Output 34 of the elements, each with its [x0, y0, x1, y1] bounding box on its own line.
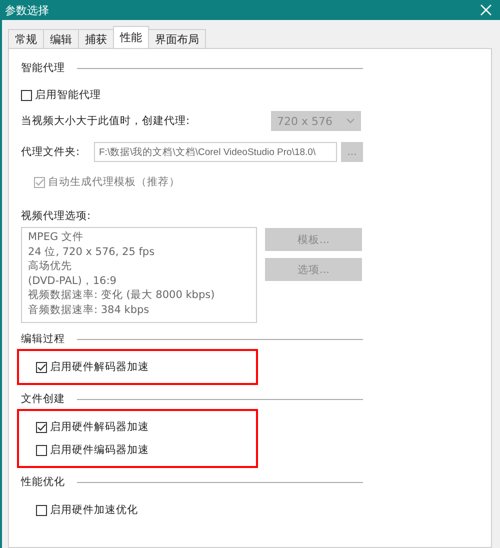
- checkbox-label: 启用硬件加速优化: [50, 503, 138, 517]
- checkbox-label: 启用硬件解码器加速: [50, 420, 149, 434]
- tab[interactable]: 性能: [113, 26, 149, 48]
- checkbox-label: 启用硬件编码器加速: [50, 443, 149, 457]
- list-line: 高场优先: [28, 259, 73, 274]
- field-label: 当视频大小大于此值时，创建代理:: [21, 114, 191, 128]
- checkbox-box[interactable]: [21, 90, 32, 100]
- checkbox[interactable]: 启用硬件编码器加速: [36, 443, 256, 457]
- list-line: MPEG 文件: [28, 230, 84, 244]
- tab[interactable]: 常规: [8, 29, 44, 48]
- list-line: 视频数据速率: 变化 (最大 8000 kbps): [28, 288, 216, 302]
- checkbox-box[interactable]: [36, 504, 47, 516]
- checkbox-box[interactable]: [36, 422, 47, 432]
- checkbox-box[interactable]: [36, 362, 47, 372]
- folder-path-field[interactable]: F:\数据\我的文档\文档\Corel VideoStudio Pro\18.0\: [94, 142, 337, 162]
- close-icon[interactable]: [480, 4, 492, 16]
- list-line: (DVD-PAL)，16:9: [28, 274, 118, 288]
- section-heading: 性能优化: [21, 475, 66, 489]
- section-heading: 编辑过程: [21, 332, 66, 346]
- list-line: 24 位, 720 x 576, 25 fps: [28, 244, 156, 259]
- section-heading: 智能代理: [21, 61, 66, 75]
- checkbox-box[interactable]: [36, 444, 47, 456]
- window-title: 参数选择: [5, 2, 49, 18]
- checkbox[interactable]: 启用硬件解码器加速: [36, 420, 256, 434]
- checkbox[interactable]: 启用硬件加速优化: [36, 503, 256, 517]
- field-label: 代理文件夹:: [21, 145, 81, 159]
- checkbox[interactable]: 启用硬件解码器加速: [36, 360, 256, 374]
- checkbox[interactable]: 启用智能代理: [21, 88, 101, 102]
- checkbox-label: 启用硬件解码器加速: [50, 360, 149, 374]
- section-heading: 文件创建: [21, 392, 66, 406]
- list-line: 音频数据速率: 384 kbps: [28, 302, 150, 317]
- checkbox-label: 启用智能代理: [35, 88, 101, 102]
- tab[interactable]: 界面布局: [148, 29, 206, 48]
- field-label: 视频代理选项:: [21, 209, 91, 223]
